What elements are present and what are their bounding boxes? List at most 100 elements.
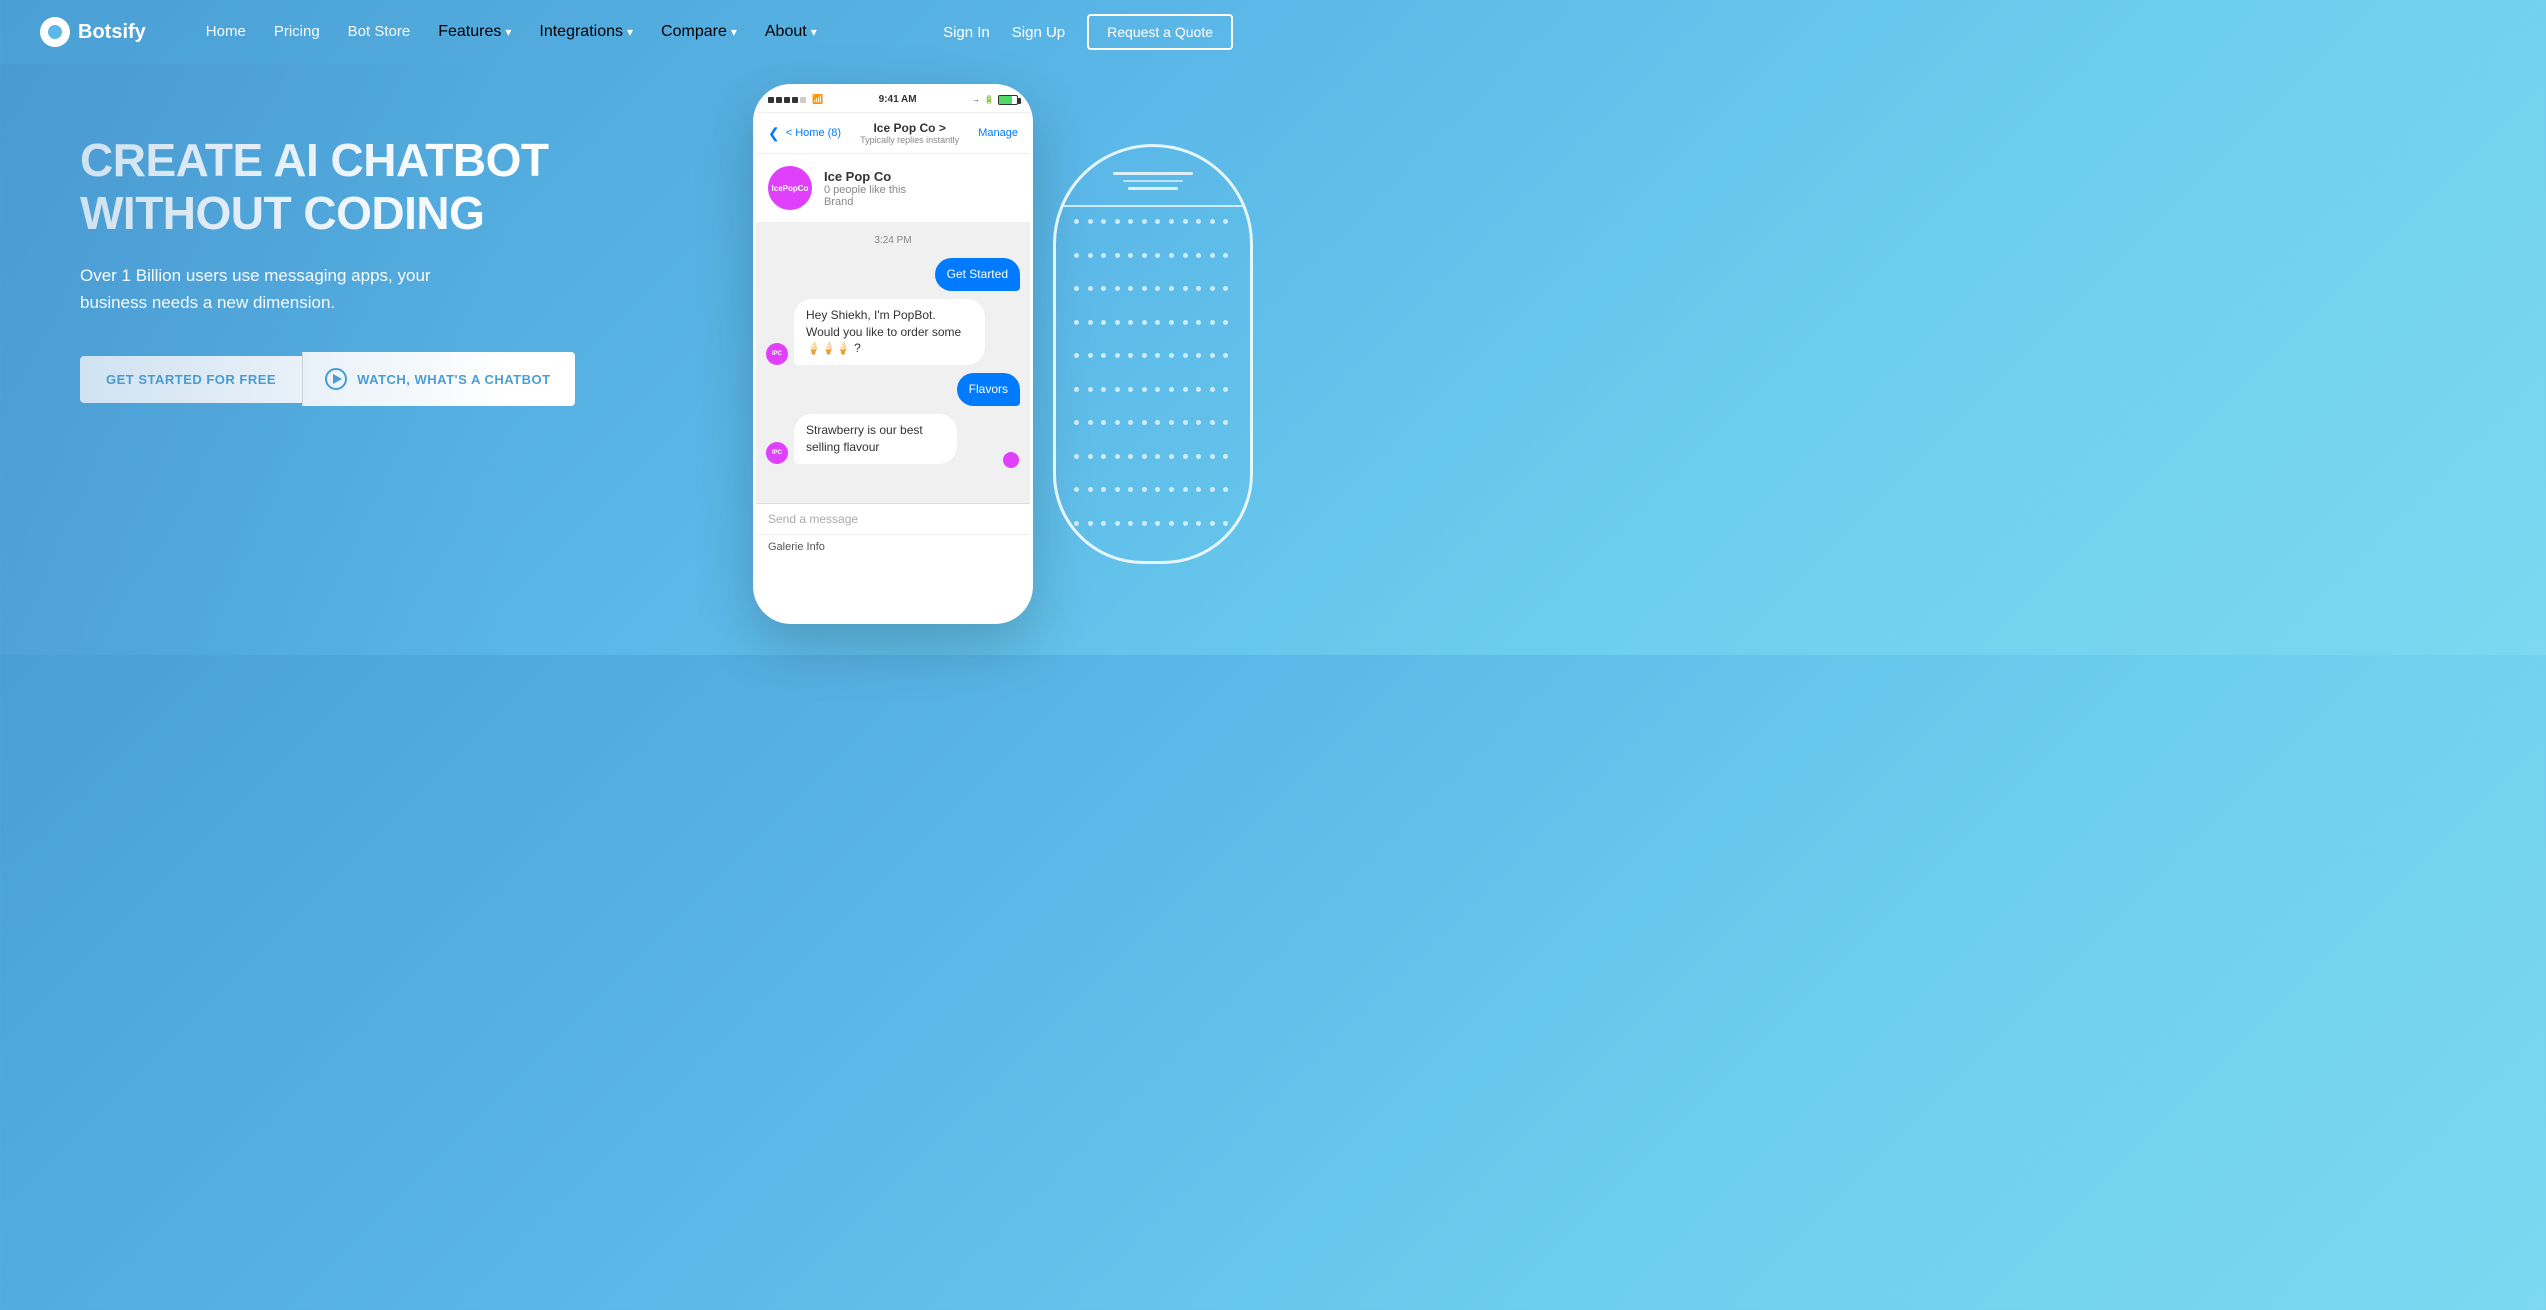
speaker-dot	[1088, 286, 1093, 291]
speaker-dot	[1196, 387, 1201, 392]
speaker-dot	[1088, 487, 1093, 492]
nav-links: Home Pricing Bot Store Features Integrat…	[206, 23, 943, 41]
speaker-dot	[1142, 487, 1147, 492]
speaker-dot	[1088, 420, 1093, 425]
speaker-dot	[1101, 320, 1106, 325]
speaker-dot	[1183, 454, 1188, 459]
reply-speed: Typically replies instantly	[860, 135, 959, 145]
speaker-dot	[1074, 487, 1079, 492]
hero-subtext: Over 1 Billion users use messaging apps,…	[80, 262, 500, 316]
manage-button[interactable]: Manage	[978, 127, 1018, 139]
home-button[interactable]	[877, 557, 909, 589]
chat-input-placeholder[interactable]: Send a message	[768, 512, 1018, 526]
chat-bubble-sent-1: Get Started	[935, 258, 1020, 291]
speaker-dot	[1088, 219, 1093, 224]
speaker-dot	[1210, 320, 1215, 325]
speaker-dot	[1210, 454, 1215, 459]
nav-item-about[interactable]: About	[765, 23, 817, 41]
speaker-dot	[1169, 219, 1174, 224]
speaker-dot	[1169, 420, 1174, 425]
speaker-dot	[1183, 387, 1188, 392]
hero-buttons: GET STARTED FOR FREE WATCH, WHAT'S A CHA…	[80, 352, 580, 406]
nav-item-integrations[interactable]: Integrations	[539, 23, 633, 41]
speaker-dot	[1196, 219, 1201, 224]
speaker-dot	[1101, 420, 1106, 425]
speaker-dot	[1128, 521, 1133, 526]
page-avatar: IcePopCo	[768, 166, 812, 210]
speaker-dot	[1074, 420, 1079, 425]
bot-avatar: IPC	[766, 343, 788, 365]
speaker-mockup	[1053, 144, 1253, 564]
speaker-dot	[1142, 253, 1147, 258]
speaker-dot	[1223, 320, 1228, 325]
get-started-button[interactable]: GET STARTED FOR FREE	[80, 356, 302, 403]
sign-up-link[interactable]: Sign Up	[1012, 24, 1065, 41]
speaker-dot	[1155, 454, 1160, 459]
request-quote-button[interactable]: Request a Quote	[1087, 14, 1233, 50]
nav-item-home[interactable]: Home	[206, 23, 246, 41]
speaker-dot	[1101, 487, 1106, 492]
messenger-header: ❮ < Home (8) Ice Pop Co > Typically repl…	[756, 113, 1030, 154]
page-info-section: IcePopCo Ice Pop Co 0 people like this B…	[756, 154, 1030, 223]
speaker-dot	[1115, 219, 1120, 224]
speaker-dot	[1074, 320, 1079, 325]
speaker-dot	[1196, 253, 1201, 258]
speaker-dot	[1155, 521, 1160, 526]
nav-link-about[interactable]: About	[765, 23, 817, 41]
chat-message-2: IPC Hey Shiekh, I'm PopBot. Would you li…	[766, 299, 1020, 365]
speaker-dot	[1128, 253, 1133, 258]
nav-link-compare[interactable]: Compare	[661, 23, 737, 41]
logo[interactable]: Botsify	[40, 17, 146, 47]
speaker-dot	[1169, 253, 1174, 258]
sign-in-link[interactable]: Sign In	[943, 24, 990, 41]
page-type: Brand	[824, 196, 906, 208]
speaker-dot	[1128, 420, 1133, 425]
speaker-dot	[1101, 454, 1106, 459]
speaker-dot	[1128, 454, 1133, 459]
speaker-dot	[1183, 253, 1188, 258]
watch-video-button[interactable]: WATCH, WHAT'S A CHATBOT	[302, 352, 574, 406]
speaker-dot	[1223, 253, 1228, 258]
speaker-dot	[1088, 387, 1093, 392]
phone-status-icons: → 🔋	[972, 95, 1018, 105]
speaker-line-1	[1113, 172, 1193, 175]
speaker-dot	[1169, 454, 1174, 459]
nav-item-bot-store[interactable]: Bot Store	[348, 23, 411, 41]
speaker-dot	[1115, 420, 1120, 425]
speaker-dot	[1183, 353, 1188, 358]
speaker-dot	[1210, 521, 1215, 526]
phone-time: 9:41 AM	[879, 94, 917, 105]
chat-input-area: Send a message	[756, 503, 1030, 534]
speaker-dot	[1196, 487, 1201, 492]
speaker-dot	[1155, 420, 1160, 425]
speaker-dot	[1074, 353, 1079, 358]
chat-timestamp: 3:24 PM	[766, 235, 1020, 246]
speaker-dot	[1196, 521, 1201, 526]
speaker-dot	[1115, 320, 1120, 325]
speaker-dot	[1155, 320, 1160, 325]
phone-status-bar: 📶 9:41 AM → 🔋	[756, 87, 1030, 113]
speaker-dot	[1183, 320, 1188, 325]
nav-item-features[interactable]: Features	[438, 23, 511, 41]
speaker-dot	[1183, 219, 1188, 224]
nav-link-pricing[interactable]: Pricing	[274, 23, 320, 40]
speaker-dot	[1101, 387, 1106, 392]
nav-item-pricing[interactable]: Pricing	[274, 23, 320, 41]
speaker-dot	[1223, 219, 1228, 224]
nav-item-compare[interactable]: Compare	[661, 23, 737, 41]
speaker-dot	[1074, 219, 1079, 224]
chat-bubble-received-1: Hey Shiekh, I'm PopBot. Would you like t…	[794, 299, 985, 365]
nav-link-bot-store[interactable]: Bot Store	[348, 23, 411, 40]
nav-link-home[interactable]: Home	[206, 23, 246, 40]
signal-dots: 📶	[768, 94, 823, 105]
speaker-dot	[1169, 320, 1174, 325]
speaker-dot	[1101, 253, 1106, 258]
home-badge[interactable]: < Home (8)	[786, 127, 841, 139]
main-nav: Botsify Home Pricing Bot Store Features …	[0, 0, 1273, 64]
speaker-dot	[1155, 387, 1160, 392]
back-icon[interactable]: ❮	[768, 125, 780, 142]
nav-link-integrations[interactable]: Integrations	[539, 23, 633, 41]
speaker-dot	[1088, 320, 1093, 325]
nav-link-features[interactable]: Features	[438, 23, 511, 41]
speaker-dot	[1142, 521, 1147, 526]
